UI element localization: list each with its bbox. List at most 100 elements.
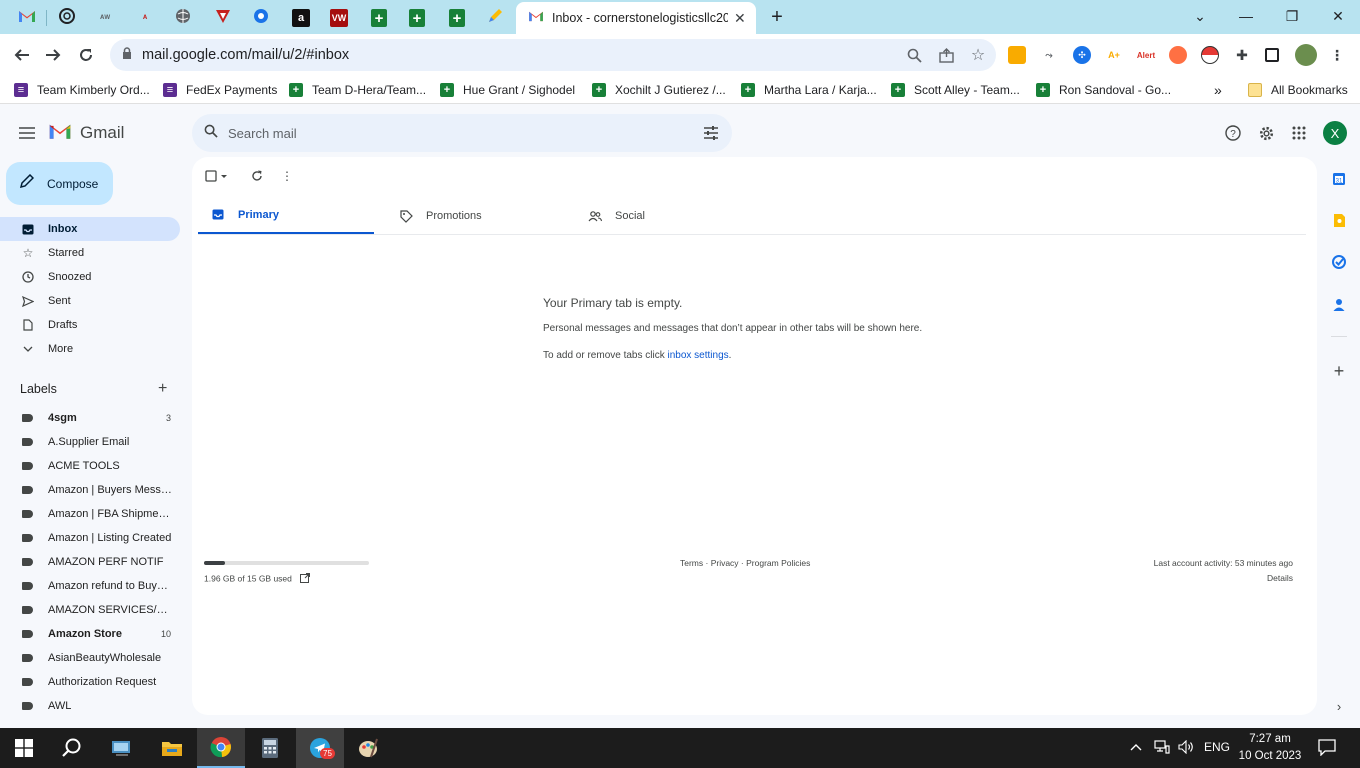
pinned-tab-vw[interactable]: VW <box>320 4 358 32</box>
pinned-tab-openai[interactable] <box>48 4 86 32</box>
active-tab-inbox[interactable]: Inbox - cornerstonelogisticsllc20 ✕ <box>516 2 756 34</box>
close-window-button[interactable]: ✕ <box>1318 4 1358 28</box>
bookmark-item[interactable]: ≡ FedEx Payments <box>163 81 277 99</box>
settings-gear-icon[interactable] <box>1256 123 1276 143</box>
share-icon[interactable] <box>938 47 954 63</box>
extension-icon[interactable]: ✣ <box>1073 46 1091 64</box>
close-tab-icon[interactable]: ✕ <box>734 10 746 27</box>
lock-icon[interactable] <box>122 46 132 64</box>
pinned-tab-7[interactable] <box>242 4 280 32</box>
label-item[interactable]: AsianBeautyWholesale <box>0 647 180 669</box>
help-icon[interactable]: ? <box>1223 123 1243 143</box>
minimize-window-button[interactable]: — <box>1226 4 1266 28</box>
label-item[interactable]: Amazon Store 10 <box>0 623 180 645</box>
extension-icon[interactable] <box>1201 46 1219 64</box>
reload-button[interactable] <box>73 42 99 68</box>
all-bookmarks-folder[interactable]: All Bookmarks <box>1248 81 1348 99</box>
storage-usage[interactable]: 1.96 GB of 15 GB used <box>204 573 311 585</box>
nav-item-sent[interactable]: Sent <box>0 289 180 313</box>
address-bar[interactable]: mail.google.com/mail/u/2/#inbox <box>110 39 996 71</box>
inbox-settings-link[interactable]: inbox settings <box>668 350 729 361</box>
pinned-tab-4[interactable]: ᴬ <box>126 4 164 32</box>
bookmark-item[interactable]: + Scott Alley - Team... <box>891 81 1020 99</box>
calendar-icon[interactable]: 31 <box>1330 170 1348 188</box>
extensions-puzzle-icon[interactable]: ✚ <box>1233 46 1251 64</box>
tab-primary[interactable]: Primary <box>198 197 374 235</box>
taskbar-clock[interactable]: 7:27 am 10 Oct 2023 <box>1232 731 1308 765</box>
pinned-tab-13[interactable] <box>476 4 514 32</box>
label-item[interactable]: ACME TOOLS <box>0 455 180 477</box>
compose-button[interactable]: Compose <box>6 162 113 205</box>
contacts-icon[interactable] <box>1330 295 1348 313</box>
volume-icon[interactable] <box>1178 739 1194 757</box>
back-button[interactable] <box>9 42 35 68</box>
tab-social[interactable]: Social <box>575 197 751 235</box>
nav-item-drafts[interactable]: Drafts <box>0 313 180 337</box>
account-avatar[interactable]: X <box>1323 121 1347 145</box>
bookmark-item[interactable]: + Martha Lara / Karja... <box>741 81 877 99</box>
more-options-icon[interactable]: ⋮ <box>279 168 295 184</box>
restore-window-button[interactable]: ❐ <box>1272 4 1312 28</box>
get-addons-icon[interactable]: + <box>1330 361 1348 381</box>
bookmark-item[interactable]: + Ron Sandoval - Go... <box>1036 81 1171 99</box>
profile-avatar[interactable] <box>1295 44 1317 66</box>
label-item[interactable]: AMAZON PERF NOTIF <box>0 551 180 573</box>
notifications-icon[interactable] <box>1318 738 1336 759</box>
nav-item-snoozed[interactable]: Snoozed <box>0 265 180 289</box>
search-icon[interactable] <box>204 124 218 143</box>
new-tab-button[interactable]: + <box>766 6 788 28</box>
open-in-new-icon[interactable] <box>300 573 311 585</box>
label-item[interactable]: 4sgm 3 <box>0 407 180 429</box>
zoom-icon[interactable] <box>906 47 922 63</box>
nav-item-starred[interactable]: ☆ Starred <box>0 241 180 265</box>
hide-side-panel-icon[interactable]: › <box>1330 697 1348 715</box>
tab-promotions[interactable]: Promotions <box>386 197 562 235</box>
label-item[interactable]: AMAZON SERVICES/PAY... <box>0 599 180 621</box>
select-checkbox[interactable] <box>204 168 228 184</box>
telegram-icon[interactable]: 75 <box>296 728 344 768</box>
add-label-icon[interactable]: + <box>158 380 167 398</box>
details-link[interactable]: Details <box>1200 573 1293 583</box>
bookmark-item[interactable]: + Team D-Hera/Team... <box>289 81 426 99</box>
main-menu-icon[interactable] <box>16 120 38 146</box>
bookmark-item[interactable]: ≡ Team Kimberly Ord... <box>14 81 150 99</box>
bookmark-item[interactable]: + Xochilt J Gutierez /... <box>592 81 726 99</box>
bookmark-star-icon[interactable]: ☆ <box>970 47 986 64</box>
pinned-tab-gmail[interactable] <box>8 4 46 32</box>
footer-links[interactable]: Terms · Privacy · Program Policies <box>680 558 810 568</box>
label-item[interactable]: Amazon | FBA Shipments <box>0 503 180 525</box>
task-view-icon[interactable] <box>98 728 146 768</box>
extension-icon[interactable]: Alert <box>1137 46 1155 64</box>
google-apps-icon[interactable] <box>1289 123 1309 143</box>
extension-icon[interactable]: A+ <box>1105 46 1123 64</box>
chrome-taskbar-icon[interactable] <box>197 728 245 768</box>
pinned-tab-sheets-3[interactable]: + <box>438 4 476 32</box>
extension-icon[interactable]: ⤳ <box>1040 46 1058 64</box>
taskbar-search-icon[interactable] <box>48 728 96 768</box>
label-item[interactable]: Amazon | Buyers Messa... <box>0 479 180 501</box>
windows-start-icon[interactable] <box>0 728 48 768</box>
label-item[interactable]: AWL <box>0 695 180 717</box>
pinned-tab-amazon[interactable]: a <box>282 4 320 32</box>
forward-button[interactable] <box>40 42 66 68</box>
label-item[interactable]: A.Supplier Email <box>0 431 180 453</box>
label-item[interactable]: Amazon | Listing Created <box>0 527 180 549</box>
gmail-logo[interactable]: Gmail <box>48 120 124 146</box>
nav-item-more[interactable]: More <box>0 337 180 361</box>
search-input[interactable]: Search mail <box>228 126 297 141</box>
pinned-tab-6[interactable] <box>204 4 242 32</box>
side-panel-icon[interactable] <box>1265 48 1279 62</box>
pinned-tab-sheets-2[interactable]: + <box>398 4 436 32</box>
pinned-tab-3[interactable]: ᴬᵂ <box>86 4 124 32</box>
tasks-icon[interactable] <box>1330 253 1348 271</box>
network-icon[interactable] <box>1154 740 1170 757</box>
calculator-icon[interactable] <box>246 728 294 768</box>
pinned-tab-sheets-1[interactable]: + <box>360 4 398 32</box>
search-bar[interactable]: Search mail <box>192 114 732 152</box>
pinned-tab-5[interactable] <box>164 4 202 32</box>
label-item[interactable]: Authorization Request <box>0 671 180 693</box>
file-explorer-icon[interactable] <box>148 728 196 768</box>
refresh-icon[interactable] <box>249 168 265 184</box>
extension-icon[interactable] <box>1169 46 1187 64</box>
browser-menu-icon[interactable]: ⋮ <box>1328 46 1346 64</box>
